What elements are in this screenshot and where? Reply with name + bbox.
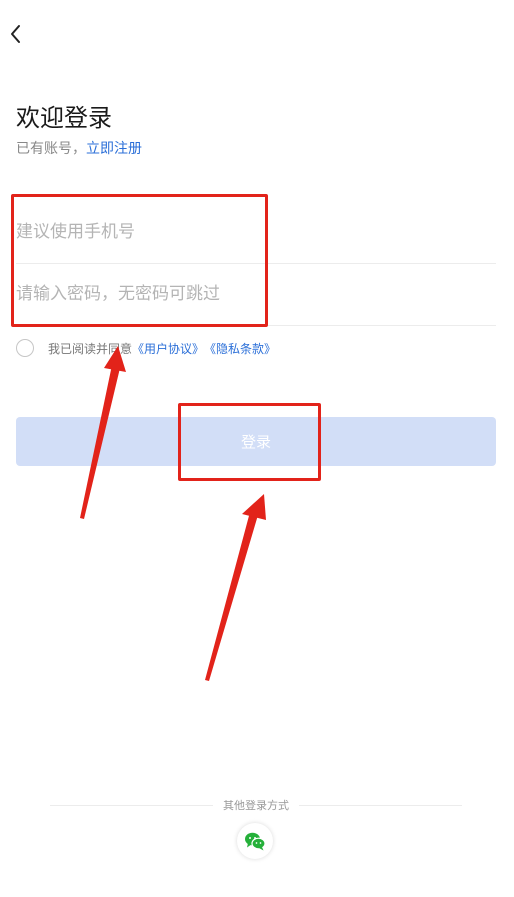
register-link[interactable]: 立即注册 bbox=[86, 141, 142, 157]
annotation-box-inputs bbox=[11, 194, 268, 327]
chevron-left-icon bbox=[11, 25, 20, 43]
divider-line-left bbox=[50, 804, 213, 806]
agree-text: 我已阅读并同意 bbox=[48, 341, 133, 356]
page-title: 欢迎登录 bbox=[16, 104, 112, 132]
privacy-policy-link[interactable]: 《隐私条款》 bbox=[204, 340, 276, 357]
annotation-box-button bbox=[178, 403, 321, 481]
annotation-arrow-2 bbox=[205, 512, 258, 681]
other-login-label: 其他登录方式 bbox=[223, 799, 289, 812]
divider-line-right bbox=[299, 804, 462, 806]
agreement-row: 我已阅读并同意 《用户协议》 《隐私条款》 bbox=[16, 337, 276, 359]
other-login-divider: 其他登录方式 bbox=[50, 797, 462, 813]
agree-radio[interactable] bbox=[16, 339, 34, 357]
wechat-icon bbox=[245, 832, 266, 851]
wechat-login-button[interactable] bbox=[237, 823, 273, 859]
register-row: 已有账号，立即注册 bbox=[16, 138, 142, 158]
user-agreement-link[interactable]: 《用户协议》 bbox=[132, 340, 204, 357]
annotation-arrow-2-head bbox=[242, 494, 266, 520]
has-account-text: 已有账号， bbox=[16, 141, 86, 157]
back-button[interactable] bbox=[2, 18, 32, 50]
